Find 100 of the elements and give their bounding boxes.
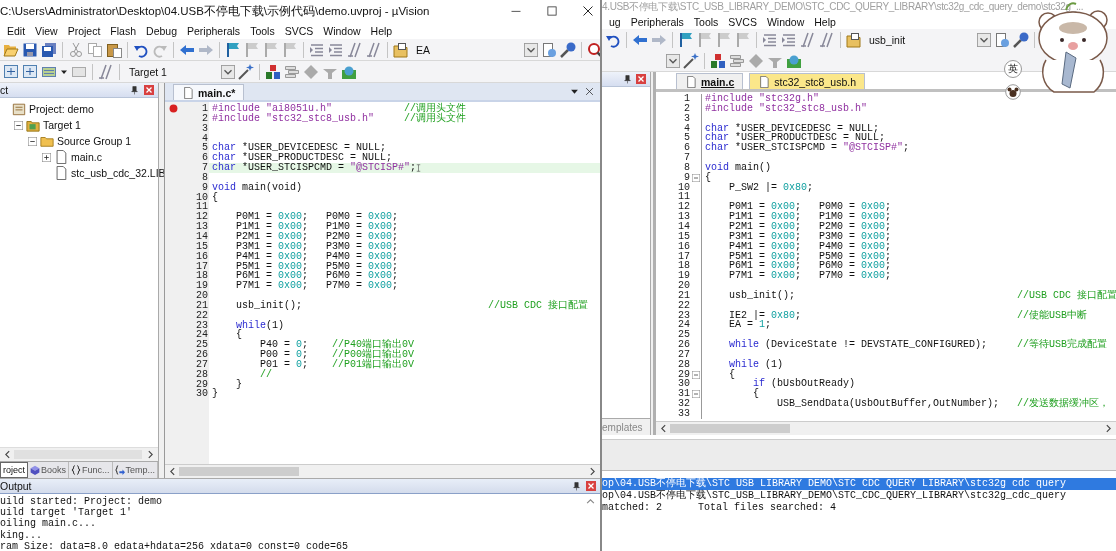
code-line: P00 = 0; //P00端口输出0V: [259, 350, 416, 360]
indent-icon[interactable]: [781, 31, 797, 48]
menu-item[interactable]: Debug: [141, 24, 182, 37]
code-line: #include "stc32_stc8_usb.h": [704, 103, 869, 114]
menu-item[interactable]: ug: [604, 15, 626, 28]
scroll-left-icon[interactable]: [168, 467, 177, 476]
paste-icon[interactable]: [106, 41, 122, 58]
collapse-icon[interactable]: [28, 136, 37, 146]
line-number: 33: [677, 409, 691, 419]
scroll-left-icon[interactable]: [659, 424, 668, 433]
document-search-icon[interactable]: [994, 31, 1010, 48]
menu-item[interactable]: Edit: [2, 24, 31, 37]
horizontal-scrollbar[interactable]: [656, 421, 1116, 435]
blocks-icon[interactable]: [710, 52, 726, 69]
comment-icon[interactable]: [800, 31, 816, 48]
menu-item[interactable]: Help: [365, 24, 398, 37]
scroll-left-icon[interactable]: [3, 450, 12, 459]
line-number: 6: [683, 143, 691, 154]
output-line[interactable]: matched: 2 Total files searched: 4: [602, 502, 1116, 514]
output-line: uild target 'Target 1': [0, 507, 134, 519]
layers-icon[interactable]: [729, 52, 745, 69]
find-in-files-icon[interactable]: [846, 31, 862, 48]
menu-item[interactable]: View: [30, 24, 63, 37]
bookmark-flag-icon[interactable]: [225, 41, 241, 58]
line-number: 25: [677, 330, 691, 341]
scroll-right-icon[interactable]: [588, 467, 597, 476]
pin-icon[interactable]: [572, 481, 581, 491]
line-number: 5: [201, 143, 209, 154]
cut-icon[interactable]: [68, 41, 84, 58]
save-icon[interactable]: [22, 41, 38, 58]
menu-item[interactable]: Project: [62, 24, 106, 37]
tree-item[interactable]: Target 1: [43, 119, 81, 131]
layers-icon[interactable]: [284, 63, 300, 80]
menu-item[interactable]: SVCS: [279, 24, 319, 37]
editor-tab[interactable]: main.c*: [173, 84, 245, 100]
code-line: char *USER_DEVICEDESC = NULL;: [211, 143, 387, 154]
collapse-icon[interactable]: [14, 120, 23, 130]
find-in-files-icon[interactable]: [393, 41, 409, 58]
line-number: 29: [677, 369, 691, 380]
output-line[interactable]: op\04.USB不停电下载\STC_USB_LIBRARY_DEMO\STC_CDC_QUERY_LIBRARY\stc32g_cdc_query: [602, 490, 1116, 502]
output-line: uild started: Project: demo: [0, 496, 164, 508]
target-combo[interactable]: Target 1: [125, 63, 235, 80]
find-combo[interactable]: usb_init: [865, 31, 991, 48]
pin-icon[interactable]: [623, 74, 632, 84]
code-line: char *USER_DEVICEDESC = NULL;: [704, 123, 880, 134]
menu-item[interactable]: Flash: [105, 24, 142, 37]
code-line: P6M1 = 0x00; P6M0 = 0x00;: [728, 261, 893, 272]
line-number: 26: [677, 340, 691, 350]
line-number: 7: [683, 153, 691, 163]
comment-icon[interactable]: [347, 41, 363, 58]
menu-item[interactable]: Tools: [245, 24, 280, 37]
line-number: 20: [195, 291, 209, 301]
line-number: 1: [683, 94, 691, 104]
horizontal-scrollbar[interactable]: [0, 447, 158, 461]
menu-item[interactable]: Help: [809, 15, 841, 28]
save-all-icon[interactable]: [41, 41, 57, 58]
menu-item[interactable]: SVCS: [723, 15, 762, 28]
indent-icon[interactable]: [328, 41, 344, 58]
bookmark-flag-icon[interactable]: [678, 31, 694, 48]
mouse-ears-icon[interactable]: [1005, 84, 1021, 100]
menu-item[interactable]: Peripherals: [182, 24, 246, 37]
blocks-icon[interactable]: [265, 63, 281, 80]
maximize-icon[interactable]: [546, 5, 558, 17]
horizontal-scrollbar[interactable]: [165, 464, 600, 478]
line-number: 1: [201, 104, 209, 114]
code-line: EA = 1;: [728, 320, 773, 331]
books-icon: [30, 465, 40, 475]
menu-item[interactable]: Window: [761, 15, 810, 28]
indent-icon[interactable]: [309, 41, 325, 58]
code-line: P2M1 = 0x00; P2M0 = 0x00;: [235, 231, 400, 242]
comment-icon[interactable]: [366, 41, 382, 58]
panel-title: ct: [0, 84, 10, 96]
pin-icon[interactable]: [130, 85, 139, 95]
comment-icon[interactable]: [819, 31, 835, 48]
magnifier-icon[interactable]: [587, 41, 600, 58]
scroll-right-icon[interactable]: [146, 450, 155, 459]
caret-icon[interactable]: [570, 87, 579, 96]
magic-wand-icon[interactable]: [683, 52, 699, 69]
menu-item[interactable]: Peripherals: [625, 15, 689, 28]
menu-item[interactable]: Tools: [688, 15, 724, 28]
find-combo[interactable]: EA: [412, 41, 538, 58]
breakpoint-icon[interactable]: [169, 104, 178, 114]
line-number: 17: [677, 251, 691, 262]
indent-icon[interactable]: [762, 31, 778, 48]
expand-icon[interactable]: [42, 152, 51, 162]
tree-item[interactable]: Project: demo: [29, 103, 94, 115]
document-search-icon[interactable]: [541, 41, 557, 58]
menu-item[interactable]: Window: [318, 24, 366, 37]
panel-tab[interactable]: roject: [0, 462, 28, 478]
tree-item[interactable]: stc_usb_cdc_32.LIB: [71, 167, 166, 179]
close-icon[interactable]: [582, 5, 594, 17]
magic-wand-icon[interactable]: [238, 63, 254, 80]
tree-item[interactable]: main.c: [71, 151, 102, 163]
code-line: P_SW2 |= 0x80;: [728, 182, 815, 193]
editor-tab[interactable]: main.c: [676, 73, 744, 89]
scroll-right-icon[interactable]: [1104, 424, 1113, 433]
scroll-up-icon[interactable]: [586, 497, 595, 506]
tree-item[interactable]: Source Group 1: [57, 135, 132, 147]
code-line: }: [235, 379, 243, 390]
editor-tab[interactable]: stc32_stc8_usb.h: [749, 73, 865, 89]
